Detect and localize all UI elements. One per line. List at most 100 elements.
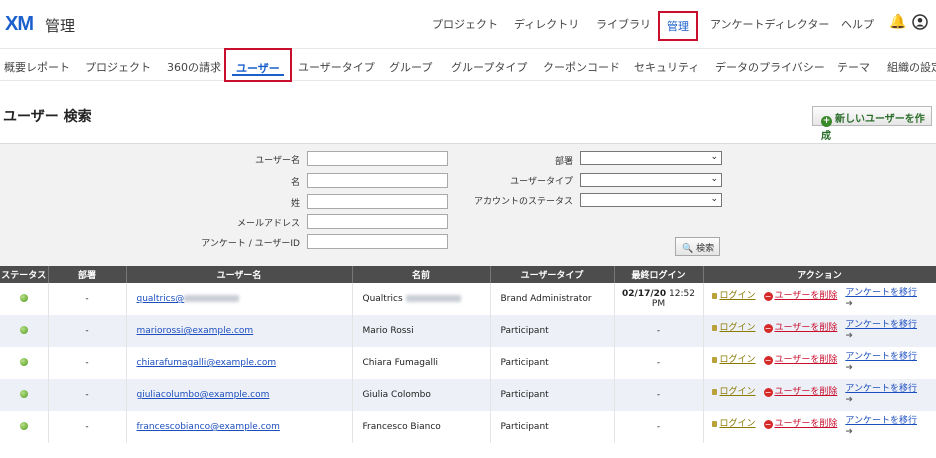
- move-surveys-link[interactable]: アンケートを移行: [845, 384, 917, 394]
- division-cell: -: [48, 347, 127, 379]
- create-user-button[interactable]: + 新しいユーザーを作成: [812, 106, 932, 142]
- login-as-user-link[interactable]: ログイン: [720, 419, 756, 429]
- login-as-user-link[interactable]: ログイン: [720, 323, 756, 333]
- last-name-input[interactable]: [307, 194, 448, 209]
- column-header-username[interactable]: ユーザー名: [126, 266, 353, 283]
- search-button-label: 検索: [696, 244, 715, 254]
- status-cell: [0, 283, 49, 315]
- username-link[interactable]: francescobianco@example.com: [137, 422, 280, 432]
- subnav-data-privacy[interactable]: データのプライバシー: [715, 59, 825, 75]
- division-cell: -: [48, 283, 127, 315]
- redacted-text: [184, 295, 240, 302]
- topnav-directory[interactable]: ディレクトリ: [514, 16, 579, 32]
- subnav-user-types[interactable]: ユーザータイプ: [298, 59, 375, 75]
- active-status-icon: [19, 389, 28, 398]
- actions-cell: ログイン − ユーザーを削除 アンケートを移行 ➜: [703, 411, 936, 443]
- users-table: ステータス 部署 ユーザー名 名前 ユーザータイプ 最終ログイン アクション -…: [0, 266, 936, 443]
- last-login-cell: -: [614, 379, 704, 411]
- delete-user-link[interactable]: ユーザーを削除: [775, 323, 838, 333]
- username-link[interactable]: qualtrics@: [137, 294, 240, 304]
- delete-icon: −: [763, 388, 773, 397]
- move-surveys-link[interactable]: アンケートを移行: [845, 416, 917, 426]
- name-cell: Mario Rossi: [352, 315, 491, 347]
- arrow-right-icon: ➜: [845, 331, 853, 341]
- subnav-groups[interactable]: グループ: [389, 59, 432, 75]
- topnav-projects[interactable]: プロジェクト: [432, 16, 498, 32]
- username-link[interactable]: giuliacolumbo@example.com: [137, 390, 270, 400]
- user-type-cell: Participant: [490, 379, 615, 411]
- username-text: chiarafumagalli@example.com: [136, 358, 277, 368]
- lock-icon: [711, 325, 717, 331]
- division-cell: -: [48, 411, 127, 443]
- subnav-security[interactable]: セキュリティ: [634, 59, 699, 75]
- status-cell: [0, 315, 49, 347]
- actions-cell: ログイン − ユーザーを削除 アンケートを移行 ➜: [703, 315, 936, 347]
- bell-icon[interactable]: 🔔: [889, 14, 906, 30]
- column-header-division[interactable]: 部署: [48, 266, 127, 283]
- search-button[interactable]: 🔍 検索: [675, 237, 720, 256]
- column-header-name[interactable]: 名前: [352, 266, 491, 283]
- page-title: ユーザー 検索: [3, 109, 92, 125]
- table-row: - francescobianco@example.com Francesco Bi…: [0, 411, 936, 443]
- subnav-organization-settings[interactable]: 組織の設定: [887, 59, 936, 75]
- name-text: Chiara Fumagalli: [362, 358, 438, 368]
- subnav-360-billing[interactable]: 360の請求: [167, 59, 221, 75]
- username-input[interactable]: [307, 151, 448, 166]
- user-type-select[interactable]: ⌄: [580, 173, 722, 187]
- login-as-user-link[interactable]: ログイン: [720, 355, 756, 365]
- move-surveys-link[interactable]: アンケートを移行: [845, 320, 917, 330]
- actions-cell: ログイン − ユーザーを削除 アンケートを移行 ➜: [703, 283, 936, 315]
- name-cell: Chiara Fumagalli: [352, 347, 491, 379]
- delete-user-link[interactable]: ユーザーを削除: [775, 387, 838, 397]
- topnav-survey-director[interactable]: アンケートディレクター: [710, 16, 829, 32]
- xm-logo[interactable]: XM: [5, 13, 34, 36]
- user-type-label: ユーザータイプ: [510, 177, 573, 187]
- status-cell: [0, 411, 49, 443]
- column-header-last-login[interactable]: 最終ログイン: [614, 266, 704, 283]
- subnav-group-types[interactable]: グループタイプ: [451, 59, 527, 75]
- email-label: メールアドレス: [236, 219, 300, 229]
- delete-user-link[interactable]: ユーザーを削除: [775, 419, 838, 429]
- last-name-label: 姓: [290, 199, 300, 209]
- username-text: mariorossi@example.com: [136, 326, 254, 336]
- login-as-user-link[interactable]: ログイン: [720, 291, 756, 301]
- delete-user-link[interactable]: ユーザーを削除: [775, 291, 838, 301]
- username-link[interactable]: chiarafumagalli@example.com: [137, 358, 277, 368]
- top-navigation-bar: XM 管理 プロジェクト ディレクトリ ライブラリ 管理 アンケートディレクター…: [0, 0, 936, 48]
- status-bar-url: [300, 449, 700, 458]
- delete-user-link[interactable]: ユーザーを削除: [775, 355, 838, 365]
- plus-icon: +: [821, 116, 832, 127]
- search-icon: 🔍: [682, 244, 694, 254]
- first-name-input[interactable]: [307, 173, 448, 188]
- topnav-library[interactable]: ライブラリ: [596, 16, 651, 32]
- last-login-cell: -: [614, 315, 704, 347]
- last-login-date: -: [656, 358, 661, 368]
- chevron-down-icon: ⌄: [710, 194, 718, 204]
- user-type-cell: Brand Administrator: [490, 283, 615, 315]
- table-row: - giuliacolumbo@example.com Giulia Colombo…: [0, 379, 936, 411]
- column-header-user-type[interactable]: ユーザータイプ: [490, 266, 615, 283]
- subnav-users[interactable]: ユーザー: [224, 48, 292, 82]
- username-link[interactable]: mariorossi@example.com: [137, 326, 254, 336]
- name-cell: Qualtrics: [352, 283, 491, 315]
- subnav-coupon-codes[interactable]: クーポンコード: [543, 59, 620, 75]
- subnav-overview-report[interactable]: 概要レポート: [4, 59, 70, 75]
- move-surveys-group: アンケートを移行 ➜: [845, 416, 917, 438]
- email-input[interactable]: [307, 214, 448, 229]
- column-header-status[interactable]: ステータス: [0, 266, 49, 283]
- arrow-right-icon: ➜: [845, 363, 853, 373]
- topnav-admin[interactable]: 管理: [658, 11, 698, 41]
- subnav-themes[interactable]: テーマ: [837, 59, 870, 75]
- name-text: Mario Rossi: [362, 326, 414, 336]
- move-surveys-link[interactable]: アンケートを移行: [845, 352, 917, 362]
- subnav-projects[interactable]: プロジェクト: [85, 59, 151, 75]
- division-select[interactable]: ⌄: [580, 151, 722, 165]
- division-cell: -: [48, 315, 127, 347]
- account-status-select[interactable]: ⌄: [580, 193, 722, 207]
- topnav-help[interactable]: ヘルプ: [841, 16, 874, 32]
- move-surveys-link[interactable]: アンケートを移行: [845, 288, 917, 298]
- survey-user-id-input[interactable]: [307, 234, 448, 249]
- login-as-user-link[interactable]: ログイン: [720, 387, 756, 397]
- user-account-icon[interactable]: [912, 14, 928, 34]
- admin-subnav: 概要レポート プロジェクト 360の請求 ユーザー ユーザータイプ グループ グ…: [0, 48, 936, 82]
